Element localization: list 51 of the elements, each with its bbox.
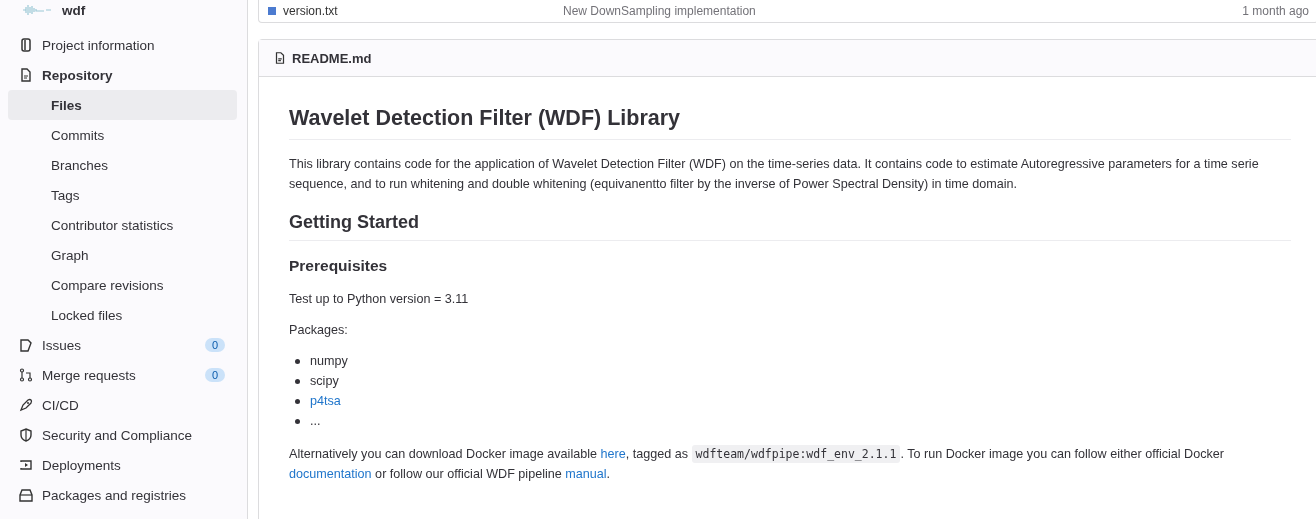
play-icon [18, 457, 34, 473]
sidebar-item[interactable]: Merge requests 0 [8, 360, 237, 390]
heading: Getting Started [289, 211, 1291, 241]
sidebar-item[interactable]: Branches [8, 150, 237, 180]
sidebar-item[interactable]: Repository [8, 60, 237, 90]
document-icon [18, 67, 34, 83]
bullet-icon [295, 398, 300, 404]
panel-icon [18, 37, 34, 53]
paragraph: This library contains code for the application of Wavelet Detection Filter (WDF) on the time-series data. It contains code to estimate Autoregressive parameters for a time serie sequence, and to run whitening and double whitening (equivanentto filter by the inverse of Power Spectral Density) in time domain. [289, 155, 1260, 193]
sidebar-item[interactable]: Files [8, 90, 237, 120]
list-item: scipy [310, 374, 339, 389]
heading: Prerequisites [289, 256, 389, 276]
link[interactable]: manual [565, 467, 607, 482]
update-time: 1 month ago [1242, 4, 1309, 18]
sidebar-item[interactable]: Deployments [8, 450, 237, 480]
sidebar-item[interactable]: Commits [8, 120, 237, 150]
commit-message[interactable]: New DownSampling implementation [563, 4, 1243, 18]
list-item: numpy [310, 354, 348, 369]
package-icon [18, 487, 34, 503]
link[interactable]: here [600, 447, 626, 462]
bullet-icon [295, 418, 300, 424]
bullet-icon [295, 358, 300, 364]
file-icon [267, 6, 277, 16]
count-badge: 0 [204, 338, 225, 352]
file-title: README.md [292, 50, 372, 66]
paragraph: Test up to Python version = 3.11 [289, 291, 470, 309]
merge-icon [18, 367, 34, 383]
document-icon [273, 51, 287, 65]
sidebar-item[interactable]: Security and Compliance [8, 420, 237, 450]
link[interactable]: documentation [289, 467, 372, 482]
shield-icon [18, 427, 34, 443]
paragraph: Packages: [289, 322, 349, 340]
sidebar-item[interactable]: Packages and registries [8, 480, 237, 510]
waveform-logo-icon [22, 4, 52, 16]
sidebar-item[interactable]: Issues 0 [8, 330, 237, 360]
sidebar-item[interactable]: Tags [8, 180, 237, 210]
sidebar-item[interactable]: Graph [8, 240, 237, 270]
bullet-icon [295, 378, 300, 384]
link[interactable]: p4tsa [310, 394, 341, 409]
list-item: ... [310, 414, 321, 429]
paragraph: Alternatively you can download Docker image available here, tagged as wdfteam/wdfpipe:wdf_env_2.1.1 . To run Docker image you can follow either official Docker documentation or follow our official WDF pipeline manual. [289, 444, 1225, 484]
issue-icon [18, 337, 34, 353]
sidebar-item[interactable]: CI/CD [8, 390, 237, 420]
count-badge: 0 [204, 368, 225, 382]
heading: Wavelet Detection Filter (WDF) Library [289, 105, 1291, 140]
sidebar-item[interactable]: Compare revisions [8, 270, 237, 300]
sidebar-item[interactable]: Contributor statistics [8, 210, 237, 240]
project-name[interactable]: wdf [62, 2, 86, 18]
file-link[interactable]: version.txt [283, 4, 338, 18]
sidebar-item[interactable]: Project information [8, 30, 237, 60]
sidebar-item[interactable]: Locked files [8, 300, 237, 330]
